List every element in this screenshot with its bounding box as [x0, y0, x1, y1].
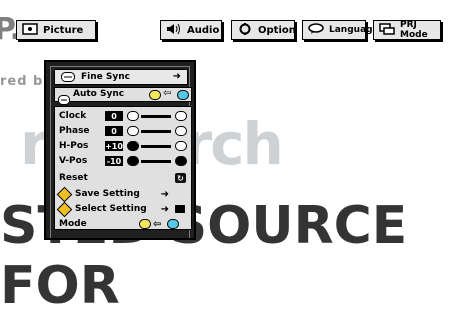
select-setting-label: Select Setting	[75, 204, 147, 214]
prj-mode-menu-label: PRJ Mode	[400, 20, 428, 40]
mode-label: Mode	[59, 219, 87, 229]
save-setting-icon	[56, 186, 73, 203]
v-pos-label: V-Pos	[59, 156, 88, 166]
option-menu-label: Option	[258, 24, 296, 36]
phase-max-icon	[175, 126, 187, 136]
arrow-right-icon: ➜	[160, 203, 169, 215]
phase-value: 0	[105, 126, 123, 136]
fine-sync-panel: Fine Sync ➜ Auto Sync ⇦ Clock 0 Phase 0 …	[44, 60, 196, 240]
v-pos-max-icon	[175, 156, 187, 166]
reset-label: Reset	[59, 173, 88, 183]
h-pos-slider[interactable]	[141, 145, 171, 148]
h-pos-min-icon	[127, 141, 139, 151]
audio-menu-button[interactable]: Audio	[160, 20, 222, 40]
v-pos-value: -10	[105, 156, 123, 166]
mode-yellow-icon	[139, 219, 151, 229]
gear-icon	[237, 22, 253, 38]
v-pos-row[interactable]: V-Pos -10	[55, 154, 191, 168]
select-setting-icon	[56, 201, 73, 218]
return-arrow-icon: ⇦	[153, 218, 162, 230]
speaker-icon	[166, 23, 182, 38]
arrow-right-icon: ➜	[160, 188, 169, 200]
fine-sync-icon	[61, 72, 75, 85]
clock-row[interactable]: Clock 0	[55, 109, 191, 123]
language-menu-label: Language	[329, 25, 379, 35]
v-pos-slider[interactable]	[141, 160, 171, 163]
picture-menu-button[interactable]: Picture	[16, 20, 96, 40]
arrow-right-icon: ➜	[172, 71, 181, 82]
picture-icon	[22, 22, 38, 38]
phase-label: Phase	[59, 126, 90, 136]
h-pos-label: H-Pos	[59, 141, 89, 151]
yellow-button-icon	[149, 90, 161, 100]
adjustment-list: Clock 0 Phase 0 H-Pos +10 V-Pos -10 Rese…	[54, 106, 192, 230]
auto-sync-label: Auto Sync	[73, 89, 125, 99]
cyan-button-icon	[177, 90, 189, 100]
reset-icon: ↻	[175, 173, 186, 183]
h-pos-value: +10	[105, 141, 123, 151]
clock-min-icon	[127, 111, 139, 121]
option-menu-button[interactable]: Option	[231, 20, 296, 40]
auto-sync-row[interactable]: Auto Sync ⇦	[54, 87, 192, 105]
phase-row[interactable]: Phase 0	[55, 124, 191, 138]
clock-slider[interactable]	[141, 115, 171, 118]
h-pos-row[interactable]: H-Pos +10	[55, 139, 191, 153]
enter-button-icon	[175, 205, 185, 213]
language-menu-button[interactable]: Language	[302, 20, 379, 40]
prj-mode-menu-button[interactable]: PRJ Mode	[373, 20, 441, 40]
speech-bubble-icon	[308, 22, 324, 38]
phase-min-icon	[127, 126, 139, 136]
mode-row[interactable]: Mode ⇦	[55, 217, 191, 231]
h-pos-max-icon	[175, 141, 187, 151]
clock-max-icon	[175, 111, 187, 121]
return-arrow-icon: ⇦	[163, 88, 172, 99]
audio-menu-label: Audio	[187, 24, 220, 36]
phase-slider[interactable]	[141, 130, 171, 133]
projector-icon	[379, 22, 395, 38]
save-setting-label: Save Setting	[75, 189, 140, 199]
select-setting-row[interactable]: Select Setting ➜	[55, 201, 191, 218]
save-setting-row[interactable]: Save Setting ➜	[55, 186, 191, 203]
clock-value: 0	[105, 111, 123, 121]
mode-cyan-icon	[167, 219, 179, 229]
v-pos-min-icon	[127, 156, 139, 166]
fine-sync-header[interactable]: Fine Sync ➜	[54, 69, 188, 85]
reset-row[interactable]: Reset ↻	[55, 171, 191, 185]
picture-menu-label: Picture	[43, 24, 84, 36]
fine-sync-title: Fine Sync	[81, 72, 130, 82]
clock-label: Clock	[59, 111, 87, 121]
